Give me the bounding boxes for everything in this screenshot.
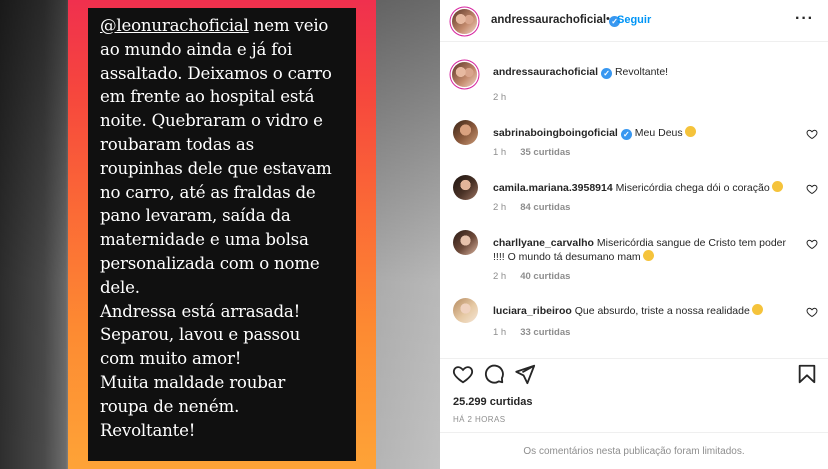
- story-line: com muito amor!: [100, 349, 242, 369]
- likes-count[interactable]: 25.299 curtidas: [453, 396, 533, 408]
- share-icon[interactable]: [514, 363, 536, 385]
- story-line: no carro, até as fraldas de: [100, 182, 316, 202]
- post-header: andressaurachoficial ✓ • Seguir ···: [440, 0, 828, 42]
- comment-text: luciara_ribeiroo Que absurdo, triste a n…: [493, 304, 798, 318]
- story-gradient-frame: @leonurachoficial nem veio ao mundo aind…: [68, 0, 376, 469]
- follow-button[interactable]: Seguir: [617, 14, 651, 26]
- story-line: pano levaram, saída da: [100, 206, 291, 226]
- comment-time[interactable]: 1 h: [493, 147, 506, 158]
- story-line: roupa de neném.: [100, 396, 240, 416]
- comment-body: Misericórdia chega dói o coração: [615, 182, 770, 194]
- comment-meta: 2 h 84 curtidas: [493, 202, 584, 213]
- sad-face-icon: [642, 250, 654, 261]
- comment-likes[interactable]: 40 curtidas: [520, 271, 570, 282]
- caption-text: Revoltante!: [614, 66, 669, 78]
- comment-time[interactable]: 2 h: [493, 202, 506, 213]
- comment-icon[interactable]: [483, 363, 505, 385]
- crying-face-icon: [771, 181, 783, 192]
- caption-username[interactable]: andressaurachoficial: [493, 66, 598, 78]
- story-text: @leonurachoficial nem veio ao mundo aind…: [100, 14, 356, 442]
- comment-body: Que absurdo, triste a nossa realidade: [574, 305, 750, 317]
- author-username[interactable]: andressaurachoficial ✓: [491, 14, 621, 27]
- post-side-panel: andressaurachoficial ✓ • Seguir ··· andre…: [440, 0, 828, 469]
- comment-body: Meu Deus: [634, 127, 683, 139]
- comments-limited-notice: Os comentários nesta publicação foram li…: [440, 432, 828, 469]
- comment-meta: 1 h 33 curtidas: [493, 327, 584, 338]
- verified-badge-icon: ✓: [601, 68, 613, 79]
- commenter-avatar[interactable]: [453, 230, 478, 255]
- caption-time[interactable]: 2 h: [493, 92, 506, 103]
- story-line: ao mundo ainda e já foi: [100, 39, 293, 59]
- story-text-box: @leonurachoficial nem veio ao mundo aind…: [88, 8, 356, 461]
- worried-face-icon: [684, 126, 696, 137]
- author-username-text[interactable]: andressaurachoficial: [491, 14, 606, 26]
- story-line: maternidade e uma bolsa: [100, 230, 309, 250]
- story-line: Andressa está arrasada!: [100, 301, 301, 321]
- commenter-username[interactable]: camila.mariana.3958914: [493, 182, 613, 194]
- story-line: Muita maldade roubar: [100, 372, 286, 392]
- post-media[interactable]: @leonurachoficial nem veio ao mundo aind…: [0, 0, 440, 469]
- comment-heart-icon[interactable]: [806, 183, 818, 195]
- caption-avatar[interactable]: [452, 62, 477, 87]
- comment-item: sabrinaboingboingoficial ✓ Meu Deus 1 h 35…: [440, 118, 828, 168]
- comment-likes[interactable]: 84 curtidas: [520, 202, 570, 213]
- author-avatar[interactable]: [452, 9, 477, 34]
- story-line: noite. Quebraram o vidro e: [100, 111, 323, 131]
- story-line: nem veio: [248, 16, 329, 35]
- post-actions-bar: [440, 358, 828, 386]
- verified-badge-icon: ✓: [620, 129, 632, 140]
- story-line: roubaram todas as: [100, 134, 254, 154]
- bookmark-icon[interactable]: [796, 363, 818, 385]
- comment-meta: 1 h 35 curtidas: [493, 147, 584, 158]
- story-line: em frente ao hospital está: [100, 87, 315, 107]
- separator-dot: •: [606, 13, 610, 25]
- comment-likes[interactable]: 35 curtidas: [520, 147, 570, 158]
- story-line: personalizada com o nome: [100, 253, 320, 273]
- comment-likes[interactable]: 33 curtidas: [520, 327, 570, 338]
- comment-item: camila.mariana.3958914 Misericórdia cheg…: [440, 173, 828, 223]
- commenter-username[interactable]: luciara_ribeiroo: [493, 305, 572, 317]
- commenter-avatar[interactable]: [453, 175, 478, 200]
- comment-text: sabrinaboingboingoficial ✓ Meu Deus: [493, 126, 798, 140]
- comment-time[interactable]: 1 h: [493, 327, 506, 338]
- story-line: assaltado. Deixamos o carro: [100, 63, 332, 83]
- commenter-username[interactable]: charllyane_carvalho: [493, 237, 594, 249]
- comment-item: charllyane_carvalho Misericórdia sangue …: [440, 228, 828, 290]
- comment-text: charllyane_carvalho Misericórdia sangue …: [493, 236, 798, 264]
- story-mention: @leonurachoficial: [100, 16, 249, 35]
- story-line: roupinhas dele que estavam: [100, 158, 332, 178]
- more-options-icon[interactable]: ···: [795, 10, 814, 28]
- commenter-avatar[interactable]: [453, 120, 478, 145]
- comment-meta: 2 h 40 curtidas: [493, 271, 584, 282]
- comment-heart-icon[interactable]: [806, 306, 818, 318]
- comment-item: luciara_ribeiroo Que absurdo, triste a n…: [440, 296, 828, 346]
- caption-line: andressaurachoficial ✓ Revoltante!: [493, 66, 668, 79]
- comment-text: camila.mariana.3958914 Misericórdia cheg…: [493, 181, 798, 195]
- sad-face-icon: [751, 304, 763, 315]
- commenter-username[interactable]: sabrinaboingboingoficial: [493, 127, 618, 139]
- story-line: Revoltante!: [100, 420, 196, 440]
- heart-icon[interactable]: [452, 363, 474, 385]
- commenter-avatar[interactable]: [453, 298, 478, 323]
- post-timestamp[interactable]: HÁ 2 HORAS: [453, 415, 505, 424]
- comment-heart-icon[interactable]: [806, 128, 818, 140]
- story-line: Separou, lavou e passou: [100, 325, 301, 345]
- story-line: dele.: [100, 277, 140, 297]
- comment-heart-icon[interactable]: [806, 238, 818, 250]
- comment-time[interactable]: 2 h: [493, 271, 506, 282]
